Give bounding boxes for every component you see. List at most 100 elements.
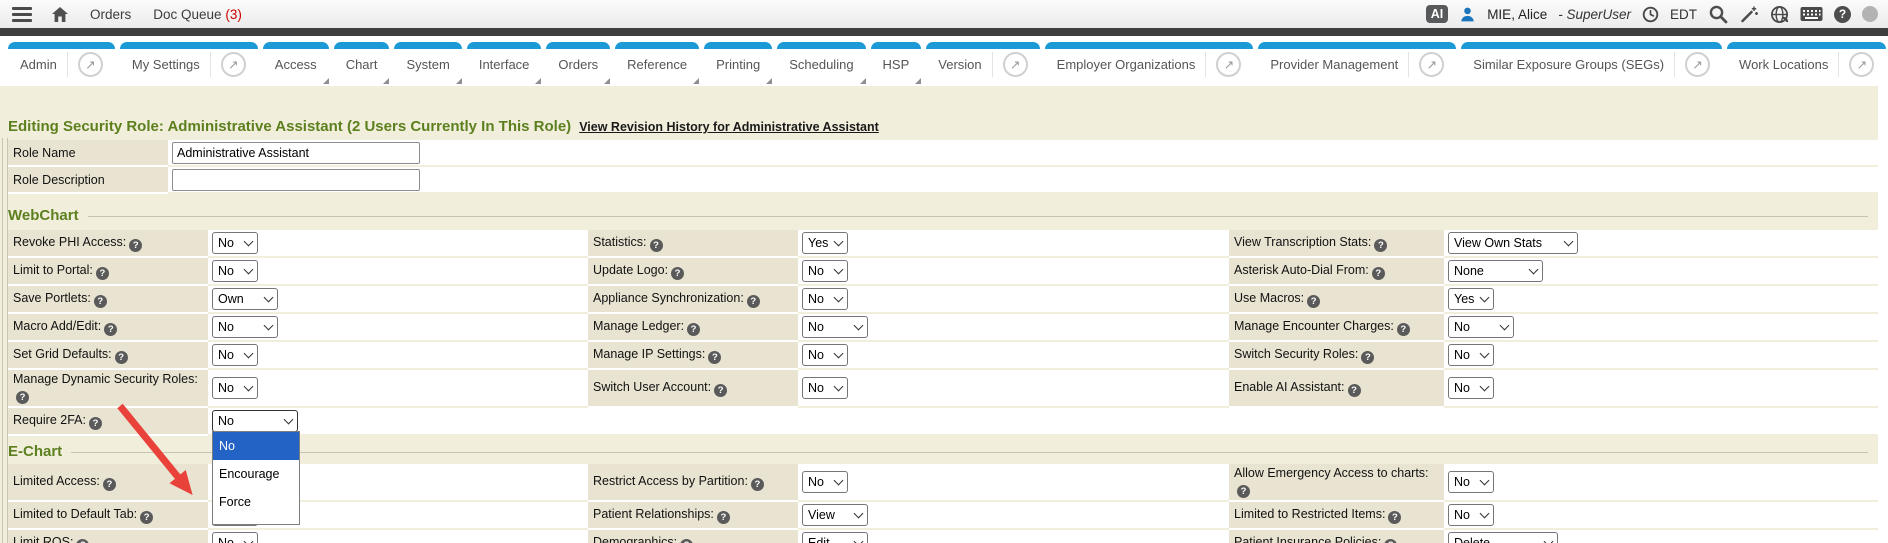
update-logo-select[interactable]: No [802,260,848,282]
macro-add-edit-select[interactable]: No [212,316,278,338]
help-icon[interactable]: ? [1388,511,1401,524]
help-icon[interactable]: ? [717,511,730,524]
popout-icon[interactable]: ↗ [992,52,1028,77]
tab-my-settings[interactable]: My Settings↗ [120,42,258,80]
view-transcription-stats-select[interactable]: View Own Stats [1448,232,1578,254]
manage-ip-settings-select[interactable]: No [802,344,848,366]
tab-provider-management[interactable]: Provider Management↗ [1258,42,1456,80]
revoke-phi-access-select[interactable]: No [212,232,258,254]
dropdown-option-encourage[interactable]: Encourage [213,460,299,488]
patient-relationships-select[interactable]: View [802,504,868,526]
help-icon[interactable]: ? [751,478,764,491]
search-icon[interactable] [1708,4,1728,24]
doc-queue-count: (3) [225,7,242,22]
tab-system[interactable]: System [394,42,461,80]
enable-ai-assistant-select[interactable]: No [1448,377,1494,399]
use-macros-select[interactable]: Yes [1448,288,1494,310]
tab-scheduling[interactable]: Scheduling [777,42,865,80]
popout-icon[interactable]: ↗ [1674,52,1710,77]
help-icon[interactable]: ? [94,295,107,308]
manage-ledger-select[interactable]: No [802,316,868,338]
help-icon[interactable]: ? [1348,384,1361,397]
set-grid-defaults-select[interactable]: No [212,344,258,366]
manage-encounter-charges-select[interactable]: No [1448,316,1514,338]
help-icon[interactable]: ? [16,391,29,404]
help-icon[interactable]: ? [1372,267,1385,280]
help-icon[interactable]: ? [687,323,700,336]
tab-version[interactable]: Version↗ [926,42,1039,80]
revision-history-link[interactable]: View Revision History for Administrative… [579,120,879,134]
field-label-cell: View Transcription Stats:? [1229,230,1444,258]
dropdown-option-no[interactable]: No [213,432,299,460]
demographics-select[interactable]: Edit [802,532,868,543]
help-icon[interactable]: ? [671,267,684,280]
popout-icon[interactable]: ↗ [1838,52,1874,77]
tab-chart[interactable]: Chart [334,42,390,80]
menu-icon[interactable] [12,7,32,22]
help-icon[interactable]: ? [76,539,89,543]
help-icon[interactable]: ? [1397,323,1410,336]
asterisk-auto-dial-from-select[interactable]: None [1448,260,1543,282]
field-label-cell: Limited to Default Tab:? [8,502,208,530]
dropdown-option-force[interactable]: Force [213,488,299,516]
globe-phone-icon[interactable] [1770,5,1789,24]
ai-assistant-badge[interactable]: AI [1426,5,1449,23]
restrict-access-by-partition-select[interactable]: No [802,471,848,493]
tab-reference[interactable]: Reference [615,42,699,80]
help-icon[interactable]: ? [140,511,153,524]
chevron-down-icon [244,237,254,247]
tab-access[interactable]: Access [263,42,329,80]
tab-admin[interactable]: Admin↗ [8,42,115,80]
appliance-synchronization-select[interactable]: No [802,288,848,310]
tab-orders[interactable]: Orders [546,42,610,80]
role-name-input[interactable] [172,142,420,164]
require-2fa-select[interactable]: No [212,410,298,432]
help-icon[interactable]: ? [103,478,116,491]
tab-interface[interactable]: Interface [467,42,542,80]
role-description-input[interactable] [172,169,420,191]
manage-dynamic-security-roles-select[interactable]: No [212,377,258,399]
help-icon[interactable]: ? [115,351,128,364]
nav-doc-queue[interactable]: Doc Queue (3) [153,7,242,22]
field-label-cell: Limit to Portal:? [8,258,208,286]
limit-to-portal-select[interactable]: No [212,260,258,282]
limited-to-restricted-items-select[interactable]: No [1448,504,1494,526]
help-icon[interactable]: ? [89,417,102,430]
tab-hsp[interactable]: HSP [871,42,922,80]
switch-user-account-select[interactable]: No [802,377,848,399]
wand-icon[interactable] [1739,4,1759,24]
save-portlets-select[interactable]: Own [212,288,278,310]
popout-icon[interactable]: ↗ [67,52,103,77]
help-icon[interactable]: ? [1307,295,1320,308]
help-icon[interactable]: ? [680,539,693,543]
allow-emergency-access-select[interactable]: No [1448,471,1494,493]
help-icon[interactable]: ? [104,323,117,336]
tab-work-locations[interactable]: Work Locations↗ [1727,42,1886,80]
help-icon[interactable]: ? [1834,6,1851,23]
help-icon[interactable]: ? [1374,239,1387,252]
clock-icon[interactable] [1642,6,1659,23]
help-icon[interactable]: ? [747,295,760,308]
tab-printing[interactable]: Printing [704,42,772,80]
popout-icon[interactable]: ↗ [1408,52,1444,77]
help-icon[interactable]: ? [96,267,109,280]
help-icon[interactable]: ? [714,384,727,397]
tab-employer-organizations[interactable]: Employer Organizations↗ [1045,42,1254,80]
popout-icon[interactable]: ↗ [1205,52,1241,77]
help-icon[interactable]: ? [708,351,721,364]
home-icon[interactable] [51,6,69,23]
nav-orders[interactable]: Orders [90,7,131,22]
help-icon[interactable]: ? [129,239,142,252]
user-name[interactable]: MIE, Alice [1487,7,1547,22]
statistics-select[interactable]: Yes [802,232,848,254]
help-icon[interactable]: ? [1384,539,1397,543]
help-icon[interactable]: ? [1237,485,1250,498]
patient-insurance-policies-select[interactable]: Delete [1448,532,1558,543]
help-icon[interactable]: ? [1361,351,1374,364]
popout-icon[interactable]: ↗ [210,52,246,77]
switch-security-roles-select[interactable]: No [1448,344,1494,366]
tab-similar-exposure-groups[interactable]: Similar Exposure Groups (SEGs)↗ [1461,42,1722,80]
limit-ros-select[interactable]: No [212,532,258,543]
help-icon[interactable]: ? [650,239,663,252]
keyboard-icon[interactable] [1800,6,1823,22]
